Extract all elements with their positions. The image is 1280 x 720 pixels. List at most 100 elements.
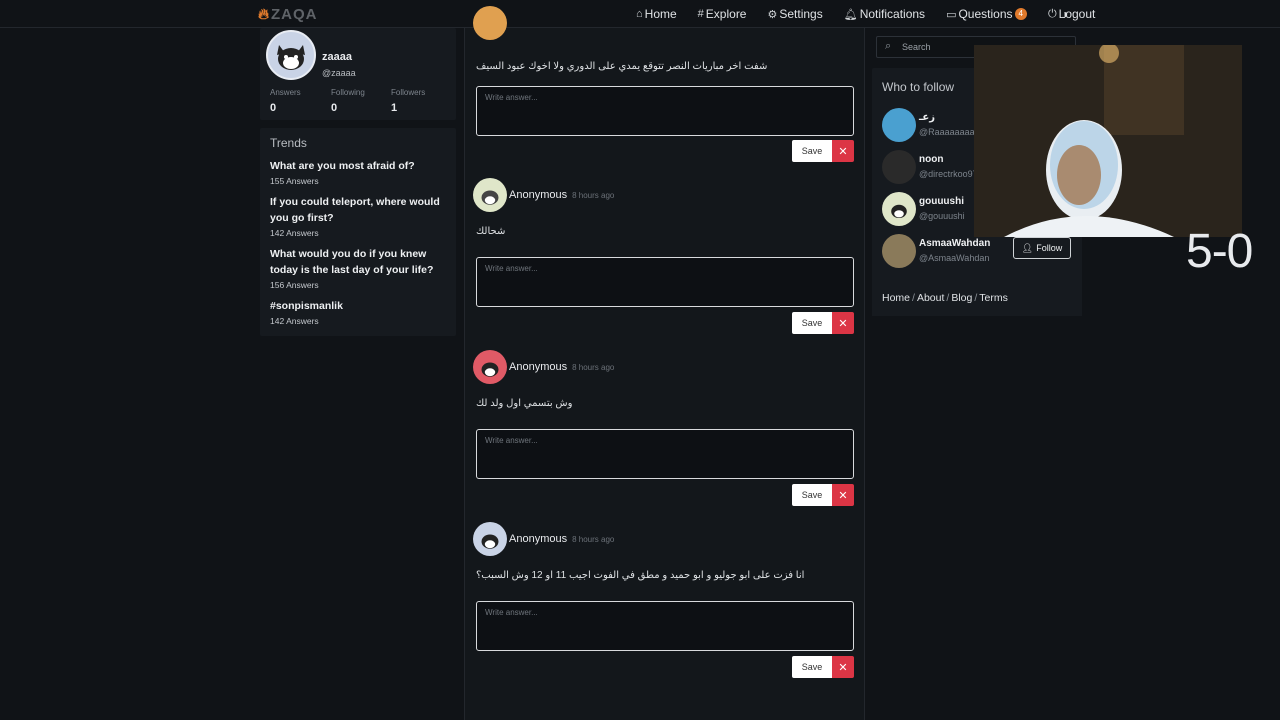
avatar[interactable] bbox=[473, 178, 507, 212]
trend-item[interactable]: If you could teleport, where would you g… bbox=[270, 194, 446, 240]
question-feed[interactable]: شفت اخر مباريات النصر تتوقع يمدي على الد… bbox=[464, 6, 866, 720]
question-text: انا فزت على ابو جوليو و ابو حميد و مطق ف… bbox=[476, 570, 805, 581]
save-button[interactable]: Save bbox=[792, 656, 832, 678]
footer-blog-link[interactable]: Blog bbox=[951, 292, 972, 304]
stat-label: Following bbox=[331, 88, 365, 97]
avatar[interactable] bbox=[266, 30, 316, 80]
avatar[interactable] bbox=[882, 192, 916, 226]
trend-item[interactable]: #sonpismanlik 142 Answers bbox=[270, 298, 446, 328]
question-header: Anonymous 8 hours ago bbox=[473, 178, 614, 212]
cat-avatar-icon bbox=[891, 204, 907, 218]
questions-badge: 4 bbox=[1014, 8, 1027, 20]
trend-count: 142 Answers bbox=[270, 316, 319, 326]
user-name[interactable]: زعـ bbox=[919, 112, 935, 123]
streamer-video bbox=[974, 45, 1242, 237]
question-author: Anonymous bbox=[509, 189, 568, 201]
search-icon: ⌕ bbox=[885, 40, 892, 52]
search-placeholder: Search bbox=[902, 42, 931, 52]
separator: / bbox=[946, 292, 950, 304]
avatar[interactable] bbox=[882, 234, 916, 268]
save-button[interactable]: Save bbox=[792, 140, 832, 162]
theme-toggle-icon[interactable]: ◑ bbox=[1061, 7, 1068, 21]
nav-questions[interactable]: ▭ Questions 4 bbox=[946, 7, 1027, 21]
user-handle: @directrkoo97 bbox=[919, 169, 978, 179]
question-author: Anonymous bbox=[509, 533, 568, 545]
trend-question[interactable]: What are you most afraid of? bbox=[270, 158, 446, 174]
user-handle: @Raaaaaaaa3 bbox=[919, 127, 980, 137]
answer-input[interactable]: Write answer... bbox=[476, 86, 854, 136]
chat-icon: ▭ bbox=[946, 8, 957, 21]
follow-suggestion[interactable]: AsmaaWahdan @AsmaaWahdan 👤︎ Follow bbox=[882, 234, 1077, 270]
avatar[interactable] bbox=[882, 108, 916, 142]
cat-avatar-icon bbox=[277, 45, 305, 70]
nav-notifications-label: Notifications bbox=[859, 7, 926, 21]
avatar[interactable] bbox=[473, 350, 507, 384]
trends-card: Trends What are you most afraid of? 155 A… bbox=[260, 128, 456, 336]
question-card: شفت اخر مباريات النصر تتوقع يمدي على الد… bbox=[465, 6, 866, 176]
user-handle: @gouuushi bbox=[919, 211, 965, 221]
stat-answers: Answers 0 bbox=[270, 88, 301, 114]
answer-input[interactable]: Write answer... bbox=[476, 257, 854, 307]
question-author: Anonymous bbox=[509, 361, 568, 373]
follow-label: Follow bbox=[1036, 243, 1063, 253]
question-header: Anonymous 8 hours ago bbox=[473, 522, 614, 556]
trend-item[interactable]: What are you most afraid of? 155 Answers bbox=[270, 158, 446, 188]
stat-label: Answers bbox=[270, 88, 301, 97]
webcam-overlay bbox=[974, 45, 1242, 237]
trends-title: Trends bbox=[270, 136, 307, 150]
footer-home-link[interactable]: Home bbox=[882, 292, 910, 304]
question-header bbox=[473, 6, 507, 40]
nav-logout[interactable]: ⏻ Logout bbox=[1048, 7, 1095, 21]
delete-button[interactable]: ✕ bbox=[832, 656, 854, 678]
score-overlay: 5-0 bbox=[1186, 225, 1253, 278]
logout-icon: ⏻ bbox=[1047, 7, 1057, 20]
nav-questions-label: Questions bbox=[958, 7, 1013, 21]
trend-count: 156 Answers bbox=[270, 280, 319, 290]
user-name[interactable]: AsmaaWahdan bbox=[919, 238, 990, 249]
delete-button[interactable]: ✕ bbox=[832, 312, 854, 334]
trend-question[interactable]: If you could teleport, where would you g… bbox=[270, 194, 446, 226]
avatar[interactable] bbox=[473, 6, 507, 40]
follow-button[interactable]: 👤︎ Follow bbox=[1013, 237, 1071, 259]
user-name[interactable]: noon bbox=[919, 154, 943, 165]
question-time: 8 hours ago bbox=[572, 190, 615, 200]
footer-about-link[interactable]: About bbox=[917, 292, 944, 304]
stat-value: 0 bbox=[270, 102, 277, 114]
stat-label: Followers bbox=[391, 88, 426, 97]
cat-avatar-icon bbox=[481, 190, 499, 205]
question-text: شفت اخر مباريات النصر تتوقع يمدي على الد… bbox=[476, 61, 768, 72]
profile-card: zaaaa @zaaaa Answers 0 Following 0 Followe… bbox=[260, 28, 456, 120]
question-card: Anonymous 8 hours ago شحالك Write answer… bbox=[465, 178, 866, 348]
stat-followers[interactable]: Followers 1 bbox=[391, 88, 425, 114]
left-column: zaaaa @zaaaa Answers 0 Following 0 Followe… bbox=[260, 28, 456, 336]
question-time: 8 hours ago bbox=[572, 362, 615, 372]
stat-value: 1 bbox=[391, 102, 398, 114]
answer-input[interactable]: Write answer... bbox=[476, 429, 854, 479]
save-button[interactable]: Save bbox=[792, 312, 832, 334]
trend-item[interactable]: What would you do if you knew today is t… bbox=[270, 246, 446, 292]
user-handle: @AsmaaWahdan bbox=[919, 253, 990, 263]
question-header: Anonymous 8 hours ago bbox=[473, 350, 614, 384]
question-text: وش بتسمي اول ولد لك bbox=[476, 398, 573, 409]
profile-name: zaaaa bbox=[322, 51, 352, 63]
cat-avatar-icon bbox=[481, 362, 499, 377]
question-card: Anonymous 8 hours ago انا فزت على ابو جو… bbox=[465, 522, 866, 692]
footer-terms-link[interactable]: Terms bbox=[979, 292, 1008, 304]
save-button[interactable]: Save bbox=[792, 484, 832, 506]
avatar[interactable] bbox=[882, 150, 916, 184]
trend-count: 142 Answers bbox=[270, 228, 319, 238]
stat-following[interactable]: Following 0 bbox=[331, 88, 365, 114]
delete-button[interactable]: ✕ bbox=[832, 140, 854, 162]
delete-button[interactable]: ✕ bbox=[832, 484, 854, 506]
trend-question[interactable]: #sonpismanlik bbox=[270, 298, 446, 314]
question-text: شحالك bbox=[476, 226, 506, 237]
separator: / bbox=[974, 292, 978, 304]
cat-avatar-icon bbox=[481, 534, 499, 549]
user-name[interactable]: gouuushi bbox=[919, 196, 964, 207]
site-logo[interactable]: 🔥︎ZAQA bbox=[258, 6, 318, 23]
answer-input[interactable]: Write answer... bbox=[476, 601, 854, 651]
trend-question[interactable]: What would you do if you knew today is t… bbox=[270, 246, 446, 278]
footer-links: Home / About / Blog / Terms bbox=[872, 282, 1082, 316]
avatar[interactable] bbox=[473, 522, 507, 556]
who-to-follow-title: Who to follow bbox=[882, 80, 955, 94]
